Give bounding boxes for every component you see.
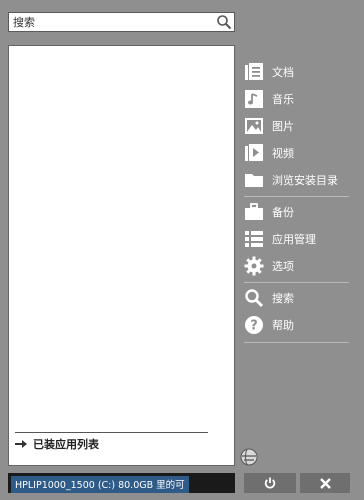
- menu-item-search[interactable]: 搜索: [244, 286, 294, 310]
- menu-separator: [244, 196, 349, 197]
- menu-item-music[interactable]: 音乐: [244, 87, 294, 111]
- svg-text:?: ?: [250, 319, 258, 334]
- drive-status-text: HPLIP1000_1500 (C:) 80.0GB 里的可: [11, 476, 189, 493]
- divider: [15, 432, 208, 433]
- installed-apps-label: 已装应用列表: [33, 438, 99, 451]
- pictures-icon: [245, 118, 263, 134]
- menu-item-label: 图片: [272, 120, 294, 133]
- menu-item-video[interactable]: 视频: [244, 141, 294, 165]
- menu-item-label: 搜索: [272, 292, 294, 305]
- menu-item-pictures[interactable]: 图片: [244, 114, 294, 138]
- menu-item-label: 帮助: [272, 319, 294, 332]
- help-icon: ?: [245, 316, 263, 334]
- documents-icon: [245, 63, 263, 80]
- search-icon: [245, 289, 264, 308]
- search-box[interactable]: [8, 12, 235, 32]
- close-icon: [319, 477, 331, 489]
- menu-item-label: 备份: [272, 206, 294, 219]
- menu-separator: [244, 342, 349, 343]
- globe-update-icon[interactable]: [240, 448, 258, 466]
- drive-status-bar: HPLIP1000_1500 (C:) 80.0GB 里的可: [8, 473, 235, 493]
- menu-item-label: 文档: [272, 66, 294, 79]
- menu-item-label: 音乐: [272, 93, 294, 106]
- menu-item-help[interactable]: ? 帮助: [244, 313, 294, 337]
- power-icon: [264, 477, 276, 489]
- list-icon: [245, 231, 263, 247]
- power-button[interactable]: [244, 473, 296, 493]
- briefcase-icon: [245, 203, 263, 220]
- video-icon: [245, 144, 263, 161]
- gear-icon: [244, 256, 264, 276]
- close-button[interactable]: [300, 473, 350, 493]
- menu-item-label: 应用管理: [272, 233, 316, 246]
- installed-apps-link[interactable]: 已装应用列表: [15, 436, 99, 452]
- menu-item-options[interactable]: 选项: [244, 254, 294, 278]
- menu-item-label: 浏览安装目录: [272, 174, 338, 187]
- menu-item-label: 选项: [272, 260, 294, 273]
- program-list-panel[interactable]: 已装应用列表: [8, 45, 235, 466]
- search-input[interactable]: [11, 13, 213, 31]
- menu-item-backup[interactable]: 备份: [244, 200, 294, 224]
- search-icon[interactable]: [216, 14, 232, 30]
- arrow-right-icon: [15, 440, 27, 448]
- folder-icon: [245, 174, 263, 187]
- menu-item-app-management[interactable]: 应用管理: [244, 227, 316, 251]
- menu-item-label: 视频: [272, 147, 294, 160]
- music-icon: [245, 90, 263, 108]
- menu-item-documents[interactable]: 文档: [244, 60, 294, 84]
- menu-item-browse-install[interactable]: 浏览安装目录: [244, 168, 338, 192]
- menu-separator: [244, 282, 349, 283]
